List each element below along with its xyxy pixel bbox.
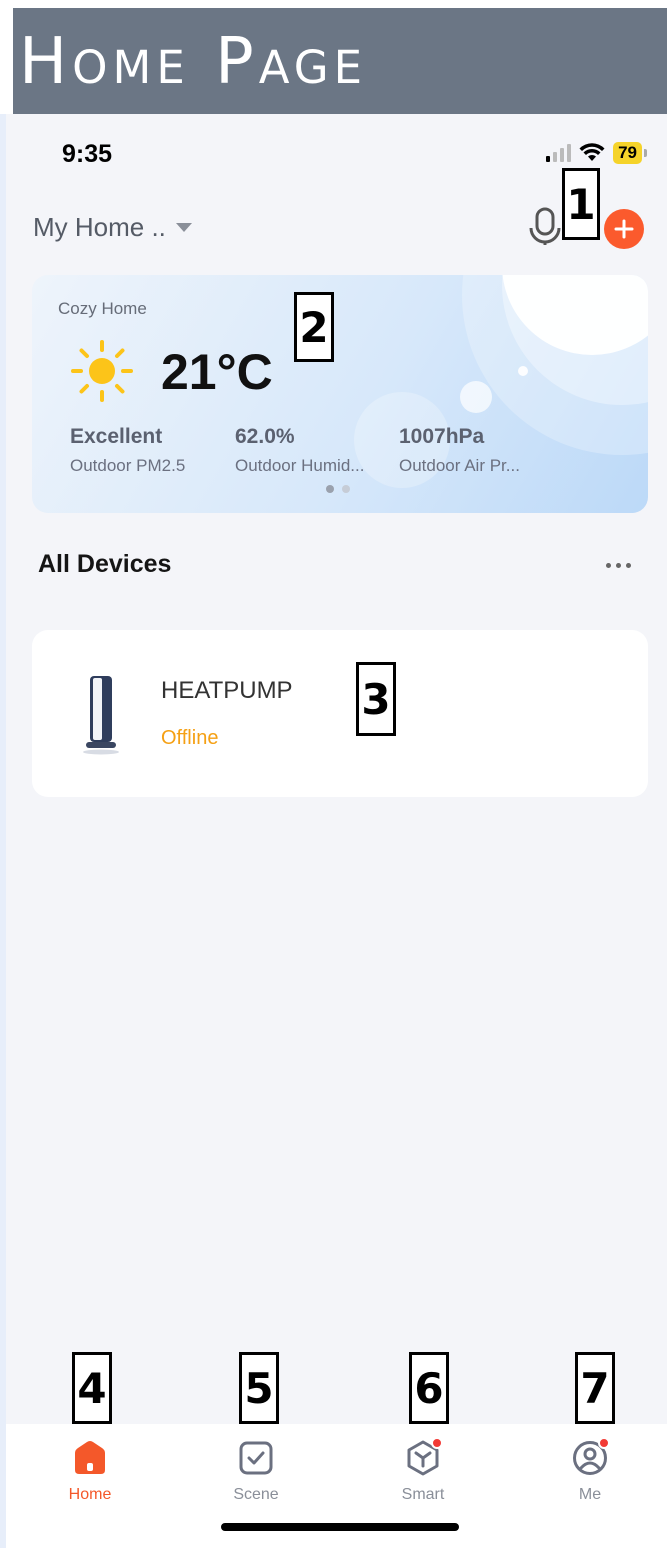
stat-pm25: Excellent Outdoor PM2.5 xyxy=(70,425,185,476)
weather-location: Cozy Home xyxy=(58,299,147,318)
wifi-icon xyxy=(579,143,605,161)
page-indicator xyxy=(326,485,350,493)
battery-icon: 79 xyxy=(613,142,647,164)
home-icon xyxy=(72,1440,108,1476)
home-name: My Home .. xyxy=(33,212,166,242)
stat-label: Outdoor Air Pr... xyxy=(399,456,520,475)
annotation-marker-3: 3 xyxy=(356,662,396,736)
status-time: 9:35 xyxy=(62,140,113,168)
title-banner: Home Page xyxy=(13,8,667,114)
status-icons: 79 xyxy=(546,142,647,164)
device-status: Offline xyxy=(161,727,219,749)
stat-value: 62.0% xyxy=(235,425,295,448)
notification-dot xyxy=(598,1437,610,1449)
annotation-marker-1: 1 xyxy=(562,168,600,240)
battery-level: 79 xyxy=(613,142,642,164)
smart-icon xyxy=(405,1437,443,1476)
caret-down-icon xyxy=(175,223,192,232)
page-dot xyxy=(342,485,350,493)
phone-screen: 9:35 79 My Home .. Cozy Home 21°C Excell… xyxy=(6,114,667,1548)
annotation-marker-2: 2 xyxy=(294,292,334,362)
heatpump-device-image xyxy=(83,676,119,755)
device-name: HEATPUMP xyxy=(161,677,293,704)
page-dot-active xyxy=(326,485,334,493)
tab-label: Smart xyxy=(401,1486,445,1503)
annotation-marker-7: 7 xyxy=(575,1352,615,1424)
tab-me[interactable]: Me xyxy=(540,1437,640,1504)
stat-label: Outdoor PM2.5 xyxy=(70,456,186,475)
stat-value: Excellent xyxy=(70,425,163,448)
tab-scene[interactable]: Scene xyxy=(206,1440,306,1504)
home-indicator xyxy=(221,1523,459,1531)
stat-value: 1007hPa xyxy=(399,425,485,448)
scene-icon xyxy=(238,1440,274,1476)
banner-title: Home Page xyxy=(19,25,368,99)
stat-humidity: 62.0% Outdoor Humid... xyxy=(235,425,364,476)
tab-label: Me xyxy=(578,1486,602,1503)
weather-card[interactable]: Cozy Home 21°C Excellent Outdoor PM2.5 6… xyxy=(32,275,648,513)
stat-label: Outdoor Humid... xyxy=(235,456,365,475)
tab-label: Scene xyxy=(233,1486,279,1503)
sun-icon xyxy=(71,340,133,402)
tab-label: Home xyxy=(68,1486,112,1503)
tab-home[interactable]: Home xyxy=(40,1440,140,1504)
add-device-button[interactable] xyxy=(604,209,644,249)
section-title: All Devices xyxy=(38,550,172,578)
tab-smart[interactable]: Smart xyxy=(373,1437,473,1504)
notification-dot xyxy=(431,1437,443,1449)
microphone-icon[interactable] xyxy=(528,206,562,246)
more-icon[interactable] xyxy=(606,563,631,568)
annotation-marker-4: 4 xyxy=(72,1352,112,1424)
signal-icon xyxy=(546,144,572,162)
device-card-heatpump[interactable]: HEATPUMP Offline xyxy=(32,630,648,797)
annotation-marker-6: 6 xyxy=(409,1352,449,1424)
plus-icon xyxy=(614,219,634,239)
home-selector[interactable]: My Home .. xyxy=(33,212,192,243)
stat-air-pressure: 1007hPa Outdoor Air Pr... xyxy=(399,425,520,476)
me-icon xyxy=(572,1437,610,1476)
annotation-marker-5: 5 xyxy=(239,1352,279,1424)
temperature-value: 21°C xyxy=(161,344,273,400)
